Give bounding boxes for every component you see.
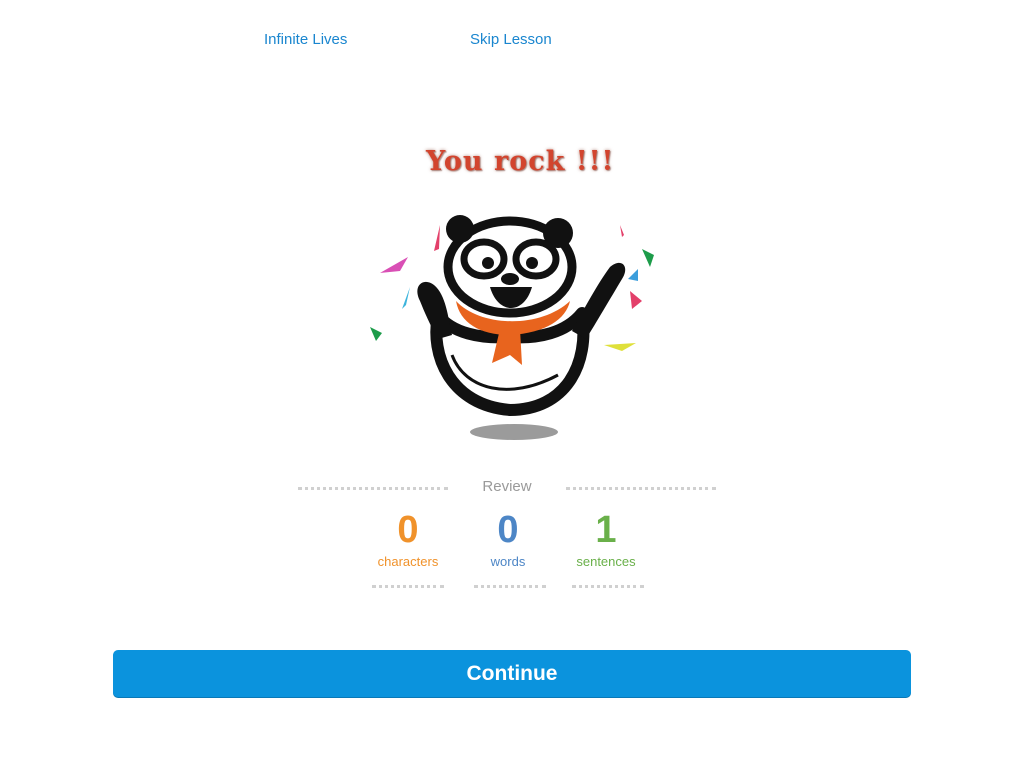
stat-sentences: 1 sentences <box>551 508 661 569</box>
panda-ear-left <box>446 215 474 243</box>
review-divider-right <box>566 487 716 490</box>
confetti-piece <box>402 287 410 309</box>
panda-shadow <box>470 424 558 440</box>
confetti-piece <box>628 269 638 281</box>
confetti-piece <box>370 327 382 341</box>
stat-divider <box>572 585 644 588</box>
lesson-complete-screen: Infinite Lives Skip Lesson You rock !!! <box>0 0 1024 768</box>
continue-button[interactable]: Continue <box>113 650 911 697</box>
review-divider-left <box>298 487 448 490</box>
celebration-headline: You rock !!! <box>426 146 615 177</box>
stat-label: words <box>490 554 526 569</box>
panda-left-arm <box>417 281 452 339</box>
stat-divider <box>372 585 444 588</box>
infinite-lives-link[interactable]: Infinite Lives <box>264 31 347 48</box>
stat-characters: 0 characters <box>353 508 463 569</box>
confetti-piece <box>604 343 636 351</box>
stat-label: characters <box>377 554 439 569</box>
stat-value: 0 <box>397 509 419 551</box>
confetti-piece <box>630 291 642 309</box>
stat-words: 0 words <box>453 508 563 569</box>
stat-value: 0 <box>497 509 519 551</box>
stat-divider <box>474 585 546 588</box>
review-label: Review <box>482 478 532 495</box>
stat-value: 1 <box>595 509 617 551</box>
stat-label: sentences <box>576 554 636 569</box>
skip-lesson-link[interactable]: Skip Lesson <box>470 31 552 48</box>
panda-mascot-illustration <box>370 215 654 440</box>
confetti-piece <box>380 257 408 273</box>
confetti-piece <box>642 249 654 267</box>
confetti-piece <box>434 225 440 251</box>
confetti-piece <box>620 225 624 237</box>
panda-right-arm <box>572 262 626 339</box>
